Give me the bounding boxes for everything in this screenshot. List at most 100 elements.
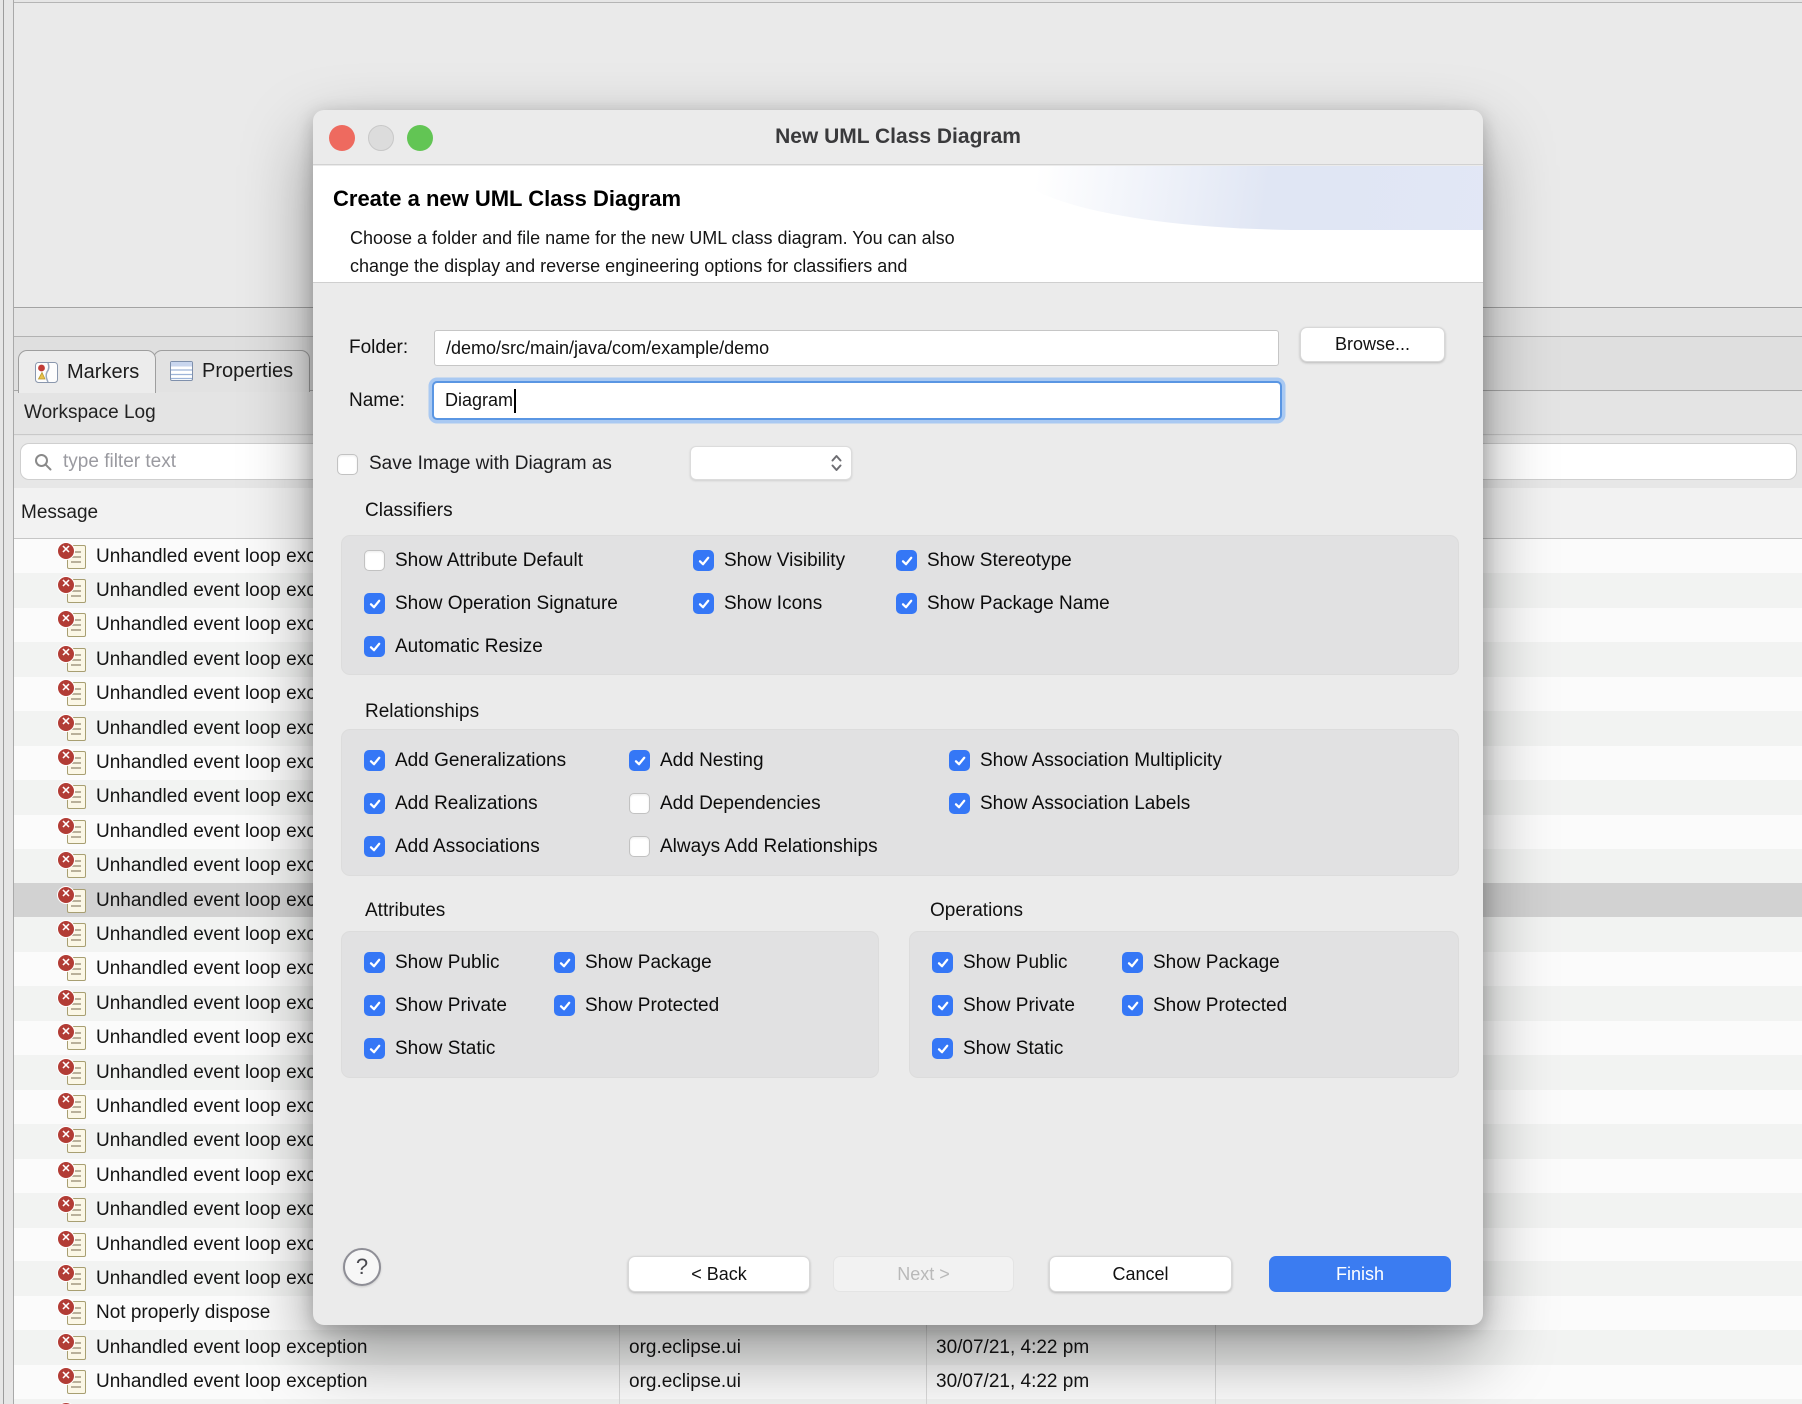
attributes-group: Show Public Show Package Show Private Show … [341,931,879,1078]
log-row[interactable]: ✕Unhandled event loop exceptionorg.eclip… [14,1399,1802,1404]
checkbox-box [949,793,970,814]
checkbox-show-public[interactable]: Show Public [364,952,554,974]
attributes-section-label: Attributes [365,900,446,921]
tab-properties[interactable]: Properties [153,350,311,392]
finish-button[interactable]: Finish [1269,1256,1451,1292]
log-message: Unhandled event loop exception [96,1371,368,1393]
error-log-icon: ✕ [57,782,89,811]
error-log-icon: ✕ [57,1126,89,1155]
error-log-icon: ✕ [57,988,89,1018]
name-field[interactable]: Diagram [432,381,1282,420]
checkbox-box [896,593,917,614]
next-button[interactable]: Next > [833,1256,1014,1292]
checkbox-label: Show Icons [724,592,823,614]
checkbox-add-nesting[interactable]: Add Nesting [629,750,949,772]
checkbox-box [949,750,970,771]
checkbox-show-protected[interactable]: Show Protected [1122,995,1440,1017]
tab-markers[interactable]: Markers [18,350,157,393]
minimize-button[interactable] [368,125,394,151]
error-log-icon: ✕ [57,885,89,915]
error-log-icon: ✕ [57,851,89,880]
back-button[interactable]: < Back [628,1256,810,1292]
checkbox-show-package-name[interactable]: Show Package Name [896,593,1440,615]
checkbox-show-association-labels[interactable]: Show Association Labels [949,793,1440,815]
error-log-icon: ✕ [57,644,89,674]
zoom-button[interactable] [407,125,433,151]
name-label: Name: [349,390,405,411]
wizard-heading: Create a new UML Class Diagram [333,186,682,211]
checkbox-show-icons[interactable]: Show Icons [693,593,896,615]
checkbox-box [932,995,953,1016]
checkbox-label: Show Static [963,1037,1064,1059]
checkbox-label: Show Static [395,1037,496,1059]
checkbox-show-private[interactable]: Show Private [932,995,1122,1017]
checkbox-automatic-resize[interactable]: Automatic Resize [364,636,693,658]
dialog-titlebar[interactable]: New UML Class Diagram [313,110,1483,165]
search-icon [33,452,53,472]
checkbox-show-protected[interactable]: Show Protected [554,995,860,1017]
error-log-icon: ✕ [57,1298,89,1327]
error-log-icon: ✕ [57,1367,89,1396]
checkbox-show-visibility[interactable]: Show Visibility [693,550,896,572]
error-log-icon: ✕ [57,1229,89,1259]
error-log-icon: ✕ [57,1195,89,1224]
checkbox-label: Add Generalizations [395,749,567,771]
checkbox-show-attribute-default[interactable]: Show Attribute Default [364,550,693,572]
checkbox-add-associations[interactable]: Add Associations [364,836,629,858]
window-left-border [3,0,4,1404]
checkbox-label: Show Visibility [724,549,846,571]
log-row[interactable]: ✕Unhandled event loop exceptionorg.eclip… [14,1365,1802,1400]
checkbox-box [364,995,385,1016]
checkbox-box [554,995,575,1016]
checkbox-add-realizations[interactable]: Add Realizations [364,793,629,815]
checkbox-show-association-multiplicity[interactable]: Show Association Multiplicity [949,750,1440,772]
image-format-select[interactable] [690,446,852,480]
checkbox-box [1122,995,1143,1016]
checkbox-show-public[interactable]: Show Public [932,952,1122,974]
checkbox-label: Show Protected [1153,994,1288,1016]
classifiers-section-label: Classifiers [365,500,453,521]
dialog-title: New UML Class Diagram [775,125,1021,148]
checkbox-show-operation-signature[interactable]: Show Operation Signature [364,593,693,615]
checkbox-label: Show Stereotype [927,549,1072,571]
checkbox-label: Show Association Multiplicity [980,749,1222,771]
checkbox-box [932,952,953,973]
checkbox-show-static[interactable]: Show Static [364,1038,554,1060]
checkbox-box [364,793,385,814]
checkbox-show-package[interactable]: Show Package [1122,952,1440,974]
checkbox-add-generalizations[interactable]: Add Generalizations [364,750,629,772]
checkbox-show-private[interactable]: Show Private [364,995,554,1017]
help-button[interactable]: ? [343,1248,381,1286]
folder-label: Folder: [349,337,409,358]
error-log-icon: ✕ [57,919,89,949]
new-uml-class-diagram-dialog: New UML Class Diagram Create a new UML C… [313,110,1483,1325]
error-log-icon: ✕ [57,541,89,571]
checkbox-box [364,1038,385,1059]
header-banner-graphic [1013,166,1483,230]
checkbox-show-stereotype[interactable]: Show Stereotype [896,550,1440,572]
checkbox-add-dependencies[interactable]: Add Dependencies [629,793,949,815]
checkbox-box [896,550,917,571]
checkbox-label: Show Association Labels [980,792,1191,814]
checkbox-label: Show Operation Signature [395,592,618,614]
checkbox-label: Automatic Resize [395,635,543,657]
checkbox-label: Show Attribute Default [395,549,583,571]
browse-button[interactable]: Browse... [1300,327,1445,362]
error-log-icon: ✕ [57,1332,89,1362]
cancel-button[interactable]: Cancel [1049,1256,1232,1292]
close-button[interactable] [329,125,355,151]
checkbox-label: Show Package [585,951,712,973]
save-image-checkbox[interactable]: Save Image with Diagram as [337,446,612,482]
checkbox-label: Show Private [395,994,507,1016]
log-row[interactable]: ✕Unhandled event loop exceptionorg.eclip… [14,1330,1802,1366]
checkbox-always-add-relationships[interactable]: Always Add Relationships [629,836,949,858]
log-date: 30/07/21, 4:22 pm [936,1336,1090,1358]
checkbox-box [364,593,385,614]
error-log-icon: ✕ [57,713,89,743]
checkbox-show-package[interactable]: Show Package [554,952,860,974]
folder-field[interactable]: /demo/src/main/java/com/example/demo [434,330,1279,366]
log-message: Unhandled event loop exception [96,1336,368,1358]
checkbox-box [1122,952,1143,973]
checkbox-label: Add Realizations [395,792,538,814]
checkbox-show-static[interactable]: Show Static [932,1038,1122,1060]
